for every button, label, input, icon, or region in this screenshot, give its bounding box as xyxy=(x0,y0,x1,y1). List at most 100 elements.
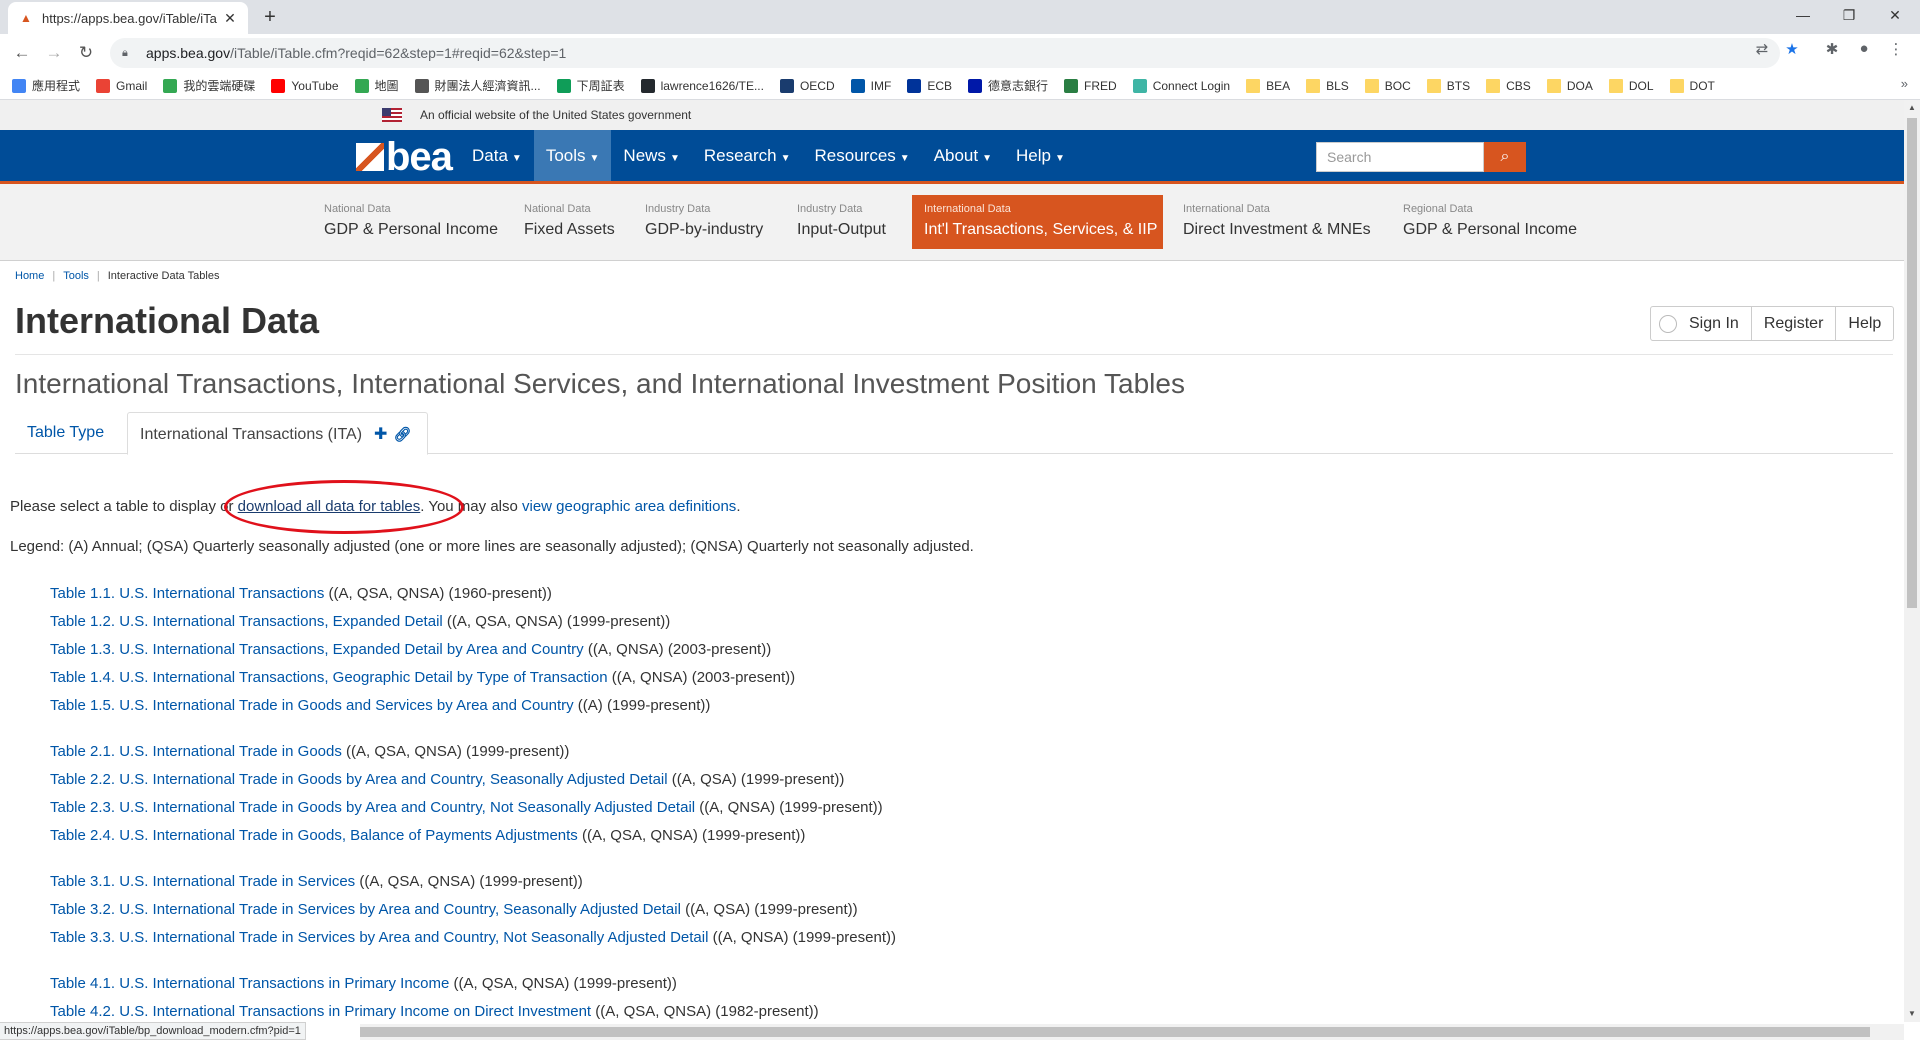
minimize-icon[interactable]: — xyxy=(1780,0,1826,30)
nav-about[interactable]: About ▼ xyxy=(922,130,1004,181)
restore-icon[interactable]: ❐ xyxy=(1826,0,1872,30)
subnav-item[interactable]: Industry Data Input-Output xyxy=(785,195,898,249)
nav-data[interactable]: Data ▼ xyxy=(460,130,534,181)
subnav-label: GDP & Personal Income xyxy=(1403,221,1578,238)
bookmark-item[interactable]: YouTube xyxy=(271,78,339,93)
nav-help[interactable]: Help ▼ xyxy=(1004,130,1077,181)
browser-tab[interactable]: ▲ https://apps.bea.gov/iTable/iTa ✕ xyxy=(8,2,248,34)
download-all-data-link[interactable]: download all data for tables xyxy=(238,498,421,515)
subnav-item[interactable]: Regional Data GDP & Personal Income xyxy=(1391,195,1589,249)
subnav-label: GDP-by-industry xyxy=(645,221,764,238)
scroll-down-icon[interactable]: ▼ xyxy=(1904,1006,1920,1022)
bea-logo[interactable]: bea xyxy=(356,135,453,179)
new-tab-icon[interactable]: + xyxy=(258,6,282,29)
subnav-item-active[interactable]: International Data Int'l Transactions, Se… xyxy=(912,195,1163,249)
table-list: Table 1.1. U.S. International Transactio… xyxy=(50,580,1850,1022)
horizontal-scrollbar[interactable] xyxy=(360,1024,1904,1040)
bookmark-item[interactable]: Gmail xyxy=(96,78,147,93)
forward-icon[interactable]: → xyxy=(42,42,66,64)
link-icon[interactable]: 🔗︎ xyxy=(393,426,411,442)
bookmark-item[interactable]: ECB xyxy=(907,78,952,93)
table-link[interactable]: Table 3.2. U.S. International Trade in S… xyxy=(50,901,681,918)
breadcrumb-tools[interactable]: Tools xyxy=(63,270,89,282)
table-link[interactable]: Table 1.3. U.S. International Transactio… xyxy=(50,641,584,658)
bookmark-item[interactable]: BTS xyxy=(1426,78,1470,93)
table-meta: ((A) (1999-present)) xyxy=(573,697,711,714)
bookmark-star-icon[interactable]: ★ xyxy=(1780,40,1804,58)
table-link[interactable]: Table 4.2. U.S. International Transactio… xyxy=(50,1003,591,1020)
bookmark-item[interactable]: BEA xyxy=(1246,78,1291,93)
table-link[interactable]: Table 2.1. U.S. International Trade in G… xyxy=(50,743,342,760)
table-link[interactable]: Table 1.1. U.S. International Transactio… xyxy=(50,585,324,602)
bookmark-item[interactable]: FRED xyxy=(1064,78,1117,93)
bookmark-item[interactable]: DOA xyxy=(1546,78,1593,93)
sub-nav: National Data GDP & Personal Income Natio… xyxy=(0,184,1904,261)
table-meta: ((A, QNSA) (1999-present)) xyxy=(708,929,896,946)
scroll-up-icon[interactable]: ▲ xyxy=(1904,100,1920,116)
tab-table-type[interactable]: Table Type xyxy=(15,412,116,455)
table-link[interactable]: Table 4.1. U.S. International Transactio… xyxy=(50,975,449,992)
bookmark-favicon-icon xyxy=(12,78,26,93)
bookmark-label: 我的雲端硬碟 xyxy=(183,79,256,93)
table-link[interactable]: Table 3.3. U.S. International Trade in S… xyxy=(50,929,708,946)
site-search-input[interactable]: Search xyxy=(1316,142,1484,172)
bookmarks-overflow-icon[interactable]: » xyxy=(1901,76,1908,91)
back-icon[interactable]: ← xyxy=(10,42,34,64)
scrollbar-thumb[interactable] xyxy=(1907,118,1917,608)
list-item: Table 2.2. U.S. International Trade in G… xyxy=(50,766,1850,794)
web-page: An official website of the United States… xyxy=(0,100,1904,1022)
close-window-icon[interactable]: ✕ xyxy=(1872,0,1918,30)
search-icon[interactable]: ⌕ xyxy=(1484,142,1526,172)
reload-icon[interactable]: ↻ xyxy=(74,42,98,64)
help-button[interactable]: Help xyxy=(1836,307,1893,340)
address-bar[interactable]: 🔒︎ apps.bea.gov/iTable/iTable.cfm?reqid=… xyxy=(110,38,1780,68)
bookmark-item[interactable]: 財團法人經濟資訊... xyxy=(414,77,541,94)
sign-in-button[interactable]: Sign In xyxy=(1651,307,1752,340)
table-link[interactable]: Table 1.5. U.S. International Trade in G… xyxy=(50,697,574,714)
menu-kebab-icon[interactable]: ⋮ xyxy=(1884,40,1908,58)
bookmark-item[interactable]: 地圖 xyxy=(354,77,399,94)
hscroll-thumb[interactable] xyxy=(360,1027,1870,1037)
bookmark-item[interactable]: 下周証表 xyxy=(556,77,625,94)
logo-text: bea xyxy=(386,134,453,179)
geographic-definitions-link[interactable]: view geographic area definitions xyxy=(522,498,736,515)
nav-research[interactable]: Research ▼ xyxy=(692,130,803,181)
bookmark-item[interactable]: IMF xyxy=(850,78,891,93)
bookmark-item[interactable]: BLS xyxy=(1306,78,1349,93)
bookmark-item[interactable]: DOL xyxy=(1608,78,1654,93)
bookmark-item[interactable]: 德意志銀行 xyxy=(968,77,1048,94)
bookmark-item[interactable]: DOT xyxy=(1669,78,1715,93)
tab-current-ita[interactable]: International Transactions (ITA) ✚ 🔗︎ xyxy=(127,412,429,455)
list-item: Table 1.4. U.S. International Transactio… xyxy=(50,664,1850,692)
subnav-item[interactable]: National Data GDP & Personal Income xyxy=(312,195,510,249)
nav-news[interactable]: News ▼ xyxy=(611,130,691,181)
bookmark-label: BEA xyxy=(1266,78,1291,93)
subnav-item[interactable]: International Data Direct Investment & MN… xyxy=(1171,195,1383,249)
subnav-item[interactable]: Industry Data GDP-by-industry xyxy=(633,195,775,249)
close-tab-icon[interactable]: ✕ xyxy=(222,10,238,27)
nav-tools[interactable]: Tools ▼ xyxy=(533,130,612,181)
bookmark-label: ECB xyxy=(927,78,952,93)
bookmark-item[interactable]: OECD xyxy=(779,78,835,93)
nav-resources[interactable]: Resources ▼ xyxy=(803,130,922,181)
breadcrumb-home[interactable]: Home xyxy=(15,270,44,282)
register-button[interactable]: Register xyxy=(1752,307,1837,340)
table-link[interactable]: Table 2.3. U.S. International Trade in G… xyxy=(50,799,695,816)
subnav-item[interactable]: National Data Fixed Assets xyxy=(512,195,627,249)
vertical-scrollbar[interactable]: ▲ ▼ xyxy=(1904,100,1920,1022)
table-link[interactable]: Table 2.4. U.S. International Trade in G… xyxy=(50,827,578,844)
table-link[interactable]: Table 1.2. U.S. International Transactio… xyxy=(50,613,443,630)
profile-icon[interactable]: ● xyxy=(1852,40,1876,57)
bookmark-item[interactable]: 我的雲端硬碟 xyxy=(163,77,255,94)
extensions-icon[interactable]: ✱ xyxy=(1820,40,1844,58)
table-link[interactable]: Table 2.2. U.S. International Trade in G… xyxy=(50,771,668,788)
bookmark-item[interactable]: 應用程式 xyxy=(12,77,80,94)
table-link[interactable]: Table 1.4. U.S. International Transactio… xyxy=(50,669,608,686)
plus-icon[interactable]: ✚ xyxy=(374,426,387,443)
bookmark-item[interactable]: CBS xyxy=(1486,78,1531,93)
bookmark-item[interactable]: Connect Login xyxy=(1132,78,1230,93)
translate-icon[interactable]: ⇄ xyxy=(1750,40,1774,58)
table-link[interactable]: Table 3.1. U.S. International Trade in S… xyxy=(50,873,355,890)
bookmark-item[interactable]: BOC xyxy=(1364,78,1411,93)
bookmark-item[interactable]: lawrence1626/TE... xyxy=(640,78,764,93)
